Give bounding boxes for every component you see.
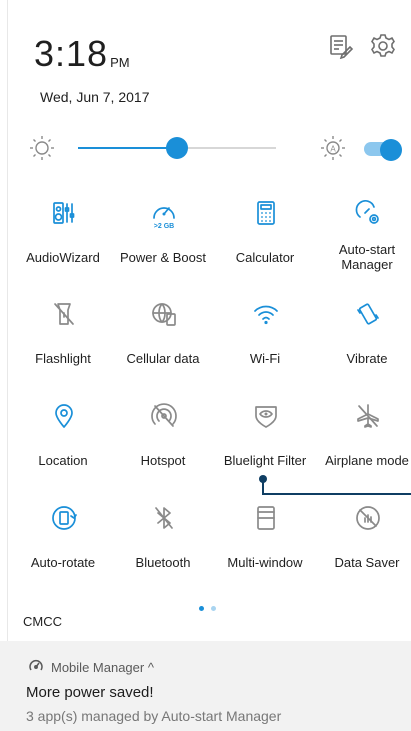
calculator-icon — [252, 199, 280, 227]
tile-label: Wi-Fi — [249, 351, 281, 366]
date: Wed, Jun 7, 2017 — [40, 89, 150, 105]
cellular-data-icon — [150, 300, 178, 328]
tile-badge: >2 GB — [153, 223, 175, 230]
tile-power-boost[interactable]: >2 GB Power & Boost — [112, 199, 214, 299]
mobile-manager-icon — [28, 658, 44, 677]
airplane-icon — [354, 402, 382, 430]
tile-cellular-data[interactable]: Cellular data — [112, 300, 214, 400]
annotation-pointer — [258, 474, 411, 539]
page-dot[interactable] — [211, 606, 217, 611]
gear-icon[interactable] — [370, 33, 396, 59]
notification-header: Mobile Manager ^ — [28, 658, 154, 677]
bluelight-filter-icon — [252, 402, 280, 430]
tile-label: Power & Boost — [120, 250, 206, 265]
tile-label: Calculator — [235, 250, 295, 265]
tile-bluetooth[interactable]: Bluetooth — [112, 504, 214, 604]
notification-title: More power saved! — [26, 684, 154, 701]
tile-label: Data Saver — [334, 555, 400, 570]
bluetooth-icon — [150, 504, 178, 532]
wifi-icon — [252, 300, 280, 328]
notification-app-name: Mobile Manager ^ — [51, 660, 154, 675]
vibrate-icon — [354, 300, 382, 328]
page-dot-active[interactable] — [199, 606, 204, 611]
tile-label: Bluetooth — [135, 555, 191, 570]
svg-text:A: A — [330, 145, 336, 154]
audio-wizard-icon — [50, 199, 78, 227]
brightness-slider-fill — [78, 147, 177, 149]
tile-label: Multi-window — [227, 555, 303, 570]
tile-label: Cellular data — [126, 351, 200, 366]
clock-ampm: PM — [110, 55, 130, 70]
page-indicator — [199, 598, 219, 616]
hotspot-icon — [150, 402, 178, 430]
tile-label: Vibrate — [346, 351, 388, 366]
auto-brightness-icon: A — [319, 134, 347, 162]
tile-label: Hotspot — [140, 453, 186, 468]
toggle-knob — [380, 139, 402, 161]
auto-start-icon — [354, 199, 382, 227]
tile-location[interactable]: Location — [12, 402, 114, 502]
tile-vibrate[interactable]: Vibrate — [316, 300, 411, 400]
brightness-slider-thumb[interactable] — [166, 137, 188, 159]
tile-flashlight[interactable]: Flashlight — [12, 300, 114, 400]
location-icon — [50, 402, 78, 430]
tile-label: Bluelight Filter — [223, 453, 307, 468]
auto-rotate-icon — [50, 504, 78, 532]
carrier-label: CMCC — [23, 614, 62, 629]
tile-label: Airplane mode — [325, 453, 409, 468]
tile-wi-fi[interactable]: Wi-Fi — [214, 300, 316, 400]
brightness-low-icon — [28, 134, 56, 162]
brightness-row: A — [0, 128, 411, 168]
tile-auto-start-manager[interactable]: Auto-start Manager — [316, 199, 411, 299]
brightness-slider[interactable] — [78, 137, 276, 159]
tile-label: Auto-start Manager — [338, 242, 396, 272]
tile-audiowizard[interactable]: AudioWizard — [12, 199, 114, 299]
flashlight-icon — [50, 300, 78, 328]
tile-hotspot[interactable]: Hotspot — [112, 402, 214, 502]
notification-text: 3 app(s) managed by Auto-start Manager — [26, 708, 282, 724]
tile-auto-rotate[interactable]: Auto-rotate — [12, 504, 114, 604]
auto-brightness-toggle[interactable] — [364, 139, 402, 161]
edit-icon[interactable] — [328, 33, 354, 60]
tile-calculator[interactable]: Calculator — [214, 199, 316, 299]
clock[interactable]: 3:18 PM — [34, 36, 130, 72]
clock-time: 3:18 — [34, 33, 109, 74]
notification-card[interactable]: Mobile Manager ^ More power saved! 3 app… — [0, 641, 411, 731]
